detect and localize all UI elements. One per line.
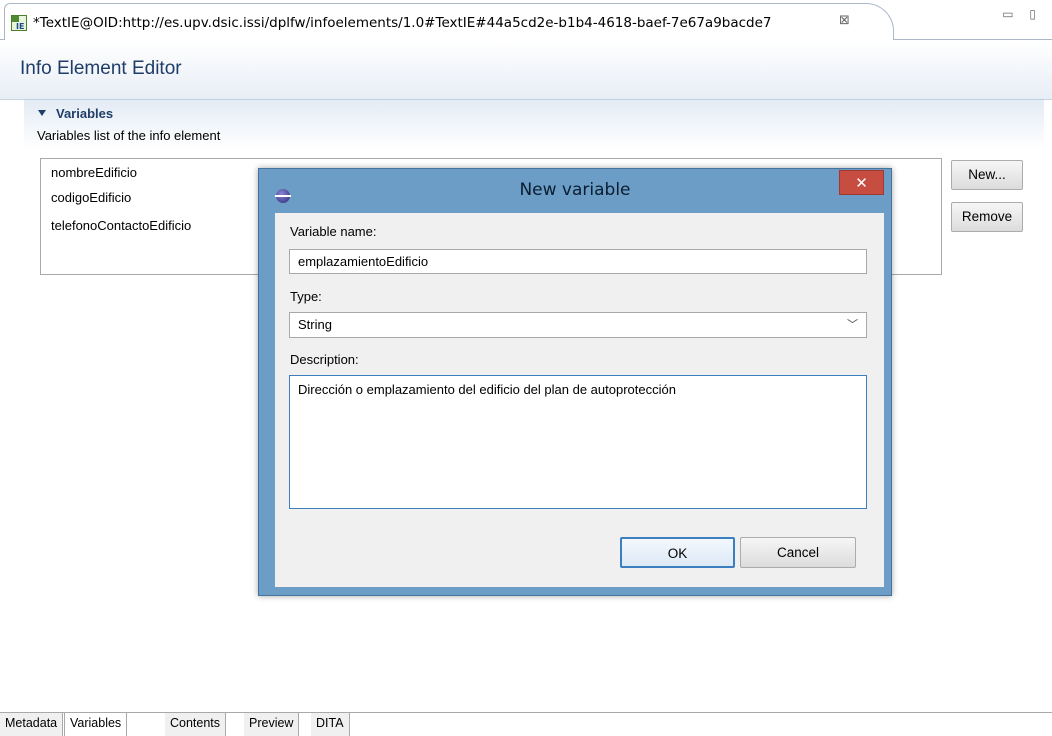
tab-contents[interactable]: Contents: [165, 713, 227, 736]
list-item[interactable]: telefonoContactoEdificio: [51, 218, 191, 233]
section-description: Variables list of the info element: [37, 128, 221, 143]
collapse-triangle-icon[interactable]: [38, 110, 46, 116]
editor-header: Info Element Editor: [0, 40, 1052, 100]
close-tab-icon[interactable]: ⊠: [839, 13, 850, 28]
variable-name-input[interactable]: emplazamientoEdificio: [289, 249, 867, 274]
list-item[interactable]: codigoEdificio: [51, 190, 131, 205]
new-variable-dialog: New variable ✕ Variable name: emplazamie…: [258, 168, 892, 596]
section-title[interactable]: Variables: [56, 106, 113, 121]
tab-variables[interactable]: Variables: [64, 713, 128, 736]
type-label: Type:: [290, 289, 322, 304]
ok-button[interactable]: OK: [620, 537, 735, 568]
description-textarea[interactable]: Dirección o emplazamiento del edificio d…: [289, 375, 867, 509]
list-item[interactable]: nombreEdificio: [51, 165, 137, 180]
tab-metadata[interactable]: Metadata: [0, 713, 64, 736]
page-title: Info Element Editor: [20, 58, 182, 79]
editor-tab[interactable]: IE *TextIE@OID:http://es.upv.dsic.issi/d…: [4, 3, 894, 40]
editor-page-tabs: Metadata Variables Contents Preview DITA: [0, 712, 1052, 736]
new-variable-button[interactable]: New...: [951, 160, 1023, 190]
close-icon[interactable]: ✕: [839, 170, 884, 195]
type-select[interactable]: String ﹀: [289, 312, 867, 338]
tab-preview[interactable]: Preview: [244, 713, 300, 736]
variable-name-label: Variable name:: [290, 224, 377, 239]
editor-tab-bar: IE *TextIE@OID:http://es.upv.dsic.issi/d…: [0, 0, 1052, 40]
remove-variable-button[interactable]: Remove: [951, 202, 1023, 232]
editor-tab-title: *TextIE@OID:http://es.upv.dsic.issi/dplf…: [33, 15, 772, 31]
minimize-maximize-icon[interactable]: ▭ ▯: [1002, 7, 1042, 21]
dialog-title: New variable: [519, 180, 631, 200]
type-select-value: String: [298, 317, 332, 332]
tab-dita[interactable]: DITA: [311, 713, 350, 736]
description-label: Description:: [290, 352, 359, 367]
chevron-down-icon[interactable]: ﹀: [847, 313, 858, 337]
dialog-body: Variable name: emplazamientoEdificio Typ…: [275, 213, 884, 587]
cancel-button[interactable]: Cancel: [740, 537, 856, 568]
text-info-element-icon: IE: [11, 15, 27, 31]
